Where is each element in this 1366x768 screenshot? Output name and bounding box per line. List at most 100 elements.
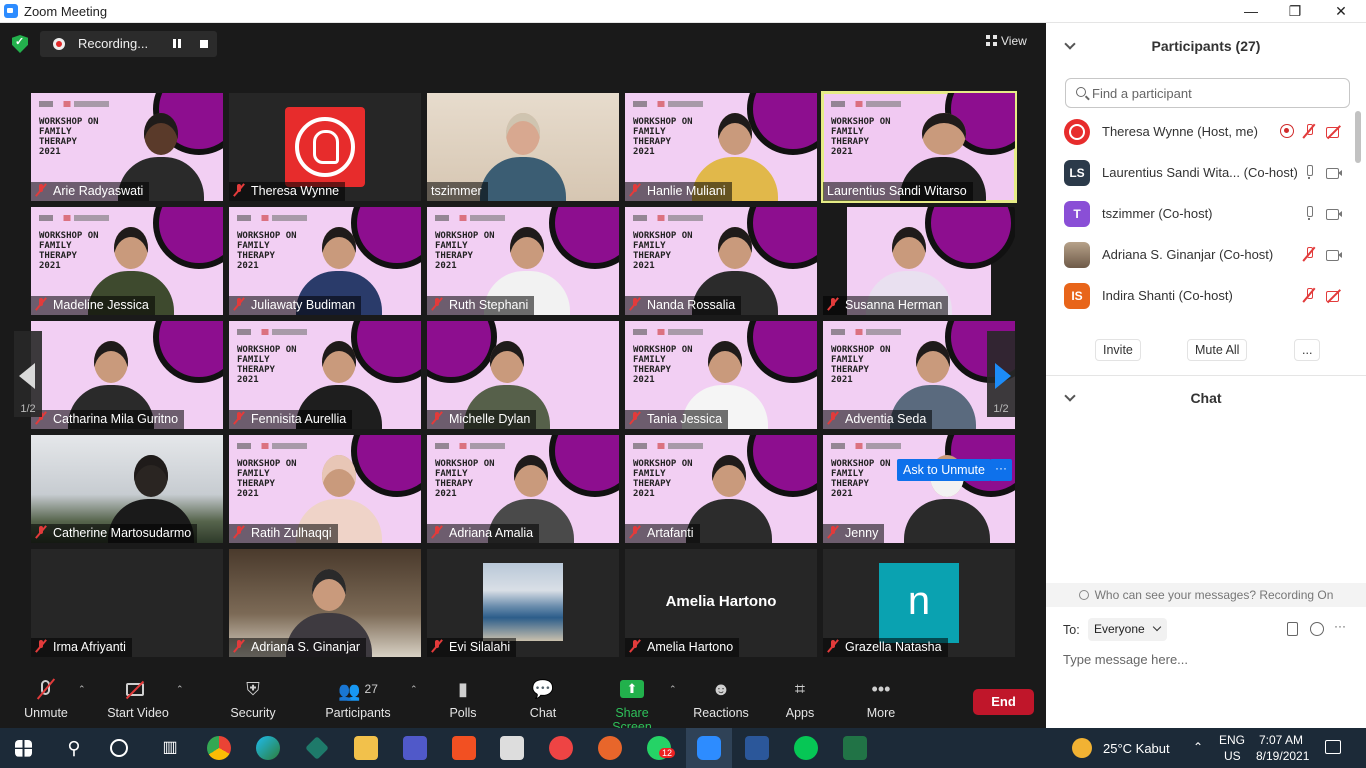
video-tile[interactable]: tszimmer xyxy=(427,93,619,201)
mute-all-button[interactable]: Mute All xyxy=(1187,339,1248,361)
video-tile[interactable]: Irma Afriyanti xyxy=(31,549,223,657)
video-tile[interactable]: WORKSHOP ON FAMILY THERAPY 2021 Artafant… xyxy=(625,435,817,543)
video-tile[interactable]: WORKSHOP ON FAMILY THERAPY 2021 Juliawat… xyxy=(229,207,421,315)
mic-icon[interactable] xyxy=(1302,206,1316,220)
view-button[interactable]: View xyxy=(986,34,1027,48)
participant-row[interactable]: Adriana S. Ginanjar (Co-host) xyxy=(1046,234,1356,274)
end-meeting-button[interactable]: End xyxy=(973,689,1034,715)
clock-time[interactable]: 7:07 AM xyxy=(1259,733,1303,747)
video-tile[interactable]: WORKSHOP ON FAMILY THERAPY 2021 Ratih Zu… xyxy=(229,435,421,543)
task-view-icon[interactable]: ▥ xyxy=(158,736,182,760)
minimize-button[interactable]: — xyxy=(1228,0,1274,22)
chat-button[interactable]: 💬 Chat xyxy=(523,678,563,720)
invite-button[interactable]: Invite xyxy=(1095,339,1141,361)
video-tile[interactable]: WORKSHOP ON FAMILY THERAPY 2021 Tania Je… xyxy=(625,321,817,429)
video-tile[interactable]: WORKSHOP ON FAMILY THERAPY 2021 Arie Rad… xyxy=(31,93,223,201)
previous-page-button[interactable]: 1/2 xyxy=(14,331,42,417)
video-tile[interactable]: WORKSHOP ON FAMILY THERAPY 2021 Ruth Ste… xyxy=(427,207,619,315)
camera-off-icon[interactable] xyxy=(1326,288,1340,302)
polls-button[interactable]: ▮ Polls xyxy=(443,678,483,720)
weather-icon[interactable] xyxy=(1072,738,1092,758)
video-tile[interactable]: WORKSHOP ON FAMILY THERAPY 2021 Jenny xyxy=(823,435,1015,543)
mic-icon[interactable] xyxy=(1302,165,1316,179)
teams-icon[interactable] xyxy=(403,736,427,760)
participants-button[interactable]: 👥 27 Participants xyxy=(322,678,394,720)
share-screen-button[interactable]: ⬆ Share Screen xyxy=(595,678,669,734)
app-orange-icon[interactable] xyxy=(598,736,622,760)
camera-icon[interactable] xyxy=(1326,165,1342,179)
close-button[interactable]: ✕ xyxy=(1318,0,1364,22)
more-button[interactable]: ••• More xyxy=(861,678,901,720)
pause-recording-button[interactable] xyxy=(171,38,183,50)
video-tile-active-speaker[interactable]: WORKSHOP ON FAMILY THERAPY 2021 Laurenti… xyxy=(821,91,1017,203)
zoom-taskbar-active[interactable] xyxy=(686,728,732,768)
tray-expand-icon[interactable]: ⌃ xyxy=(1193,740,1203,754)
participants-scrollbar[interactable] xyxy=(1355,111,1361,163)
notification-icon[interactable] xyxy=(1325,740,1341,754)
video-tile[interactable]: WORKSHOP ON FAMILY THERAPY 2021 Madeline… xyxy=(31,207,223,315)
encryption-shield-icon[interactable] xyxy=(12,35,28,53)
video-tile[interactable]: Catharina Mila Guritno xyxy=(31,321,223,429)
camera-off-icon[interactable] xyxy=(1326,124,1340,138)
participant-search[interactable] xyxy=(1065,78,1350,108)
mic-muted-icon[interactable] xyxy=(1302,288,1316,302)
video-tile[interactable]: Evi Silalahi xyxy=(427,549,619,657)
unmute-button[interactable]: Unmute xyxy=(22,678,70,720)
chrome-icon[interactable] xyxy=(207,736,231,760)
video-tile[interactable]: Michelle Dylan xyxy=(427,321,619,429)
line-icon[interactable] xyxy=(794,736,818,760)
file-icon[interactable] xyxy=(1287,622,1298,636)
video-tile[interactable]: WORKSHOP ON FAMILY THERAPY 2021 Fennisit… xyxy=(229,321,421,429)
video-tile[interactable]: Theresa Wynne xyxy=(229,93,421,201)
participant-row[interactable]: LS Laurentius Sandi Wita... (Co-host) xyxy=(1046,152,1356,192)
video-tile[interactable]: Amelia Hartono Amelia Hartono xyxy=(625,549,817,657)
chat-visibility-info[interactable]: Who can see your messages? Recording On xyxy=(1046,583,1366,607)
video-tile[interactable]: WORKSHOP ON FAMILY THERAPY 2021 Hanlie M… xyxy=(625,93,817,201)
app-icon[interactable] xyxy=(305,736,329,760)
participants-more-button[interactable]: ... xyxy=(1294,339,1321,361)
participant-row[interactable]: T tszimmer (Co-host) xyxy=(1046,193,1356,233)
chat-more-icon[interactable]: ··· xyxy=(1334,620,1348,636)
language-line-2[interactable]: US xyxy=(1224,749,1241,763)
app-red-icon[interactable] xyxy=(549,736,573,760)
cortana-icon[interactable] xyxy=(110,739,128,757)
emoji-icon[interactable] xyxy=(1310,622,1324,636)
edge-icon[interactable] xyxy=(256,736,280,760)
camera-icon[interactable] xyxy=(1326,247,1342,261)
video-tile[interactable]: WORKSHOP ON FAMILY THERAPY 2021 Adriana … xyxy=(427,435,619,543)
store-icon[interactable] xyxy=(500,736,524,760)
participant-row[interactable]: Theresa Wynne (Host, me) xyxy=(1046,111,1356,151)
weather-text[interactable]: 25°C Kabut xyxy=(1103,741,1170,756)
ask-to-unmute-button[interactable]: Ask to Unmute xyxy=(897,459,991,481)
word-icon[interactable] xyxy=(745,736,769,760)
language-line-1[interactable]: ENG xyxy=(1219,733,1245,747)
video-tile[interactable]: Catherine Martosudarmo xyxy=(31,435,223,543)
whatsapp-icon[interactable]: 12 xyxy=(647,736,676,760)
file-explorer-icon[interactable] xyxy=(354,736,378,760)
video-tile[interactable]: WORKSHOP ON FAMILY THERAPY 2021 Nanda Ro… xyxy=(625,207,817,315)
search-icon[interactable]: ⚲ xyxy=(62,736,86,760)
maximize-button[interactable]: ❐ xyxy=(1272,0,1318,22)
start-video-button[interactable]: Start Video xyxy=(106,678,170,720)
participant-search-input[interactable] xyxy=(1092,84,1342,102)
tile-more-options-button[interactable]: ··· xyxy=(990,459,1012,481)
mic-muted-icon[interactable] xyxy=(1302,247,1316,261)
windows-start-icon[interactable] xyxy=(15,740,32,757)
clock-date[interactable]: 8/19/2021 xyxy=(1256,749,1309,763)
reactions-button[interactable]: ☻ Reactions xyxy=(692,678,750,720)
apps-button[interactable]: ⌗ Apps xyxy=(780,678,820,720)
office-icon[interactable] xyxy=(452,736,476,760)
tile-name-label: Arie Radyaswati xyxy=(31,182,150,201)
chat-recipient-select[interactable]: Everyone xyxy=(1088,618,1167,641)
next-page-button[interactable]: 1/2 xyxy=(987,331,1015,417)
video-tile[interactable]: Susanna Herman xyxy=(823,207,1015,315)
mic-muted-icon[interactable] xyxy=(1302,124,1316,138)
stop-recording-button[interactable] xyxy=(200,40,208,48)
participant-row[interactable]: IS Indira Shanti (Co-host) xyxy=(1046,275,1356,315)
video-tile[interactable]: n Grazella Natasha xyxy=(823,549,1015,657)
camera-icon[interactable] xyxy=(1326,206,1342,220)
security-button[interactable]: ⛨ Security xyxy=(229,678,277,720)
excel-icon[interactable] xyxy=(843,736,867,760)
chat-message-input[interactable] xyxy=(1063,649,1353,669)
video-tile[interactable]: Adriana S. Ginanjar xyxy=(229,549,421,657)
